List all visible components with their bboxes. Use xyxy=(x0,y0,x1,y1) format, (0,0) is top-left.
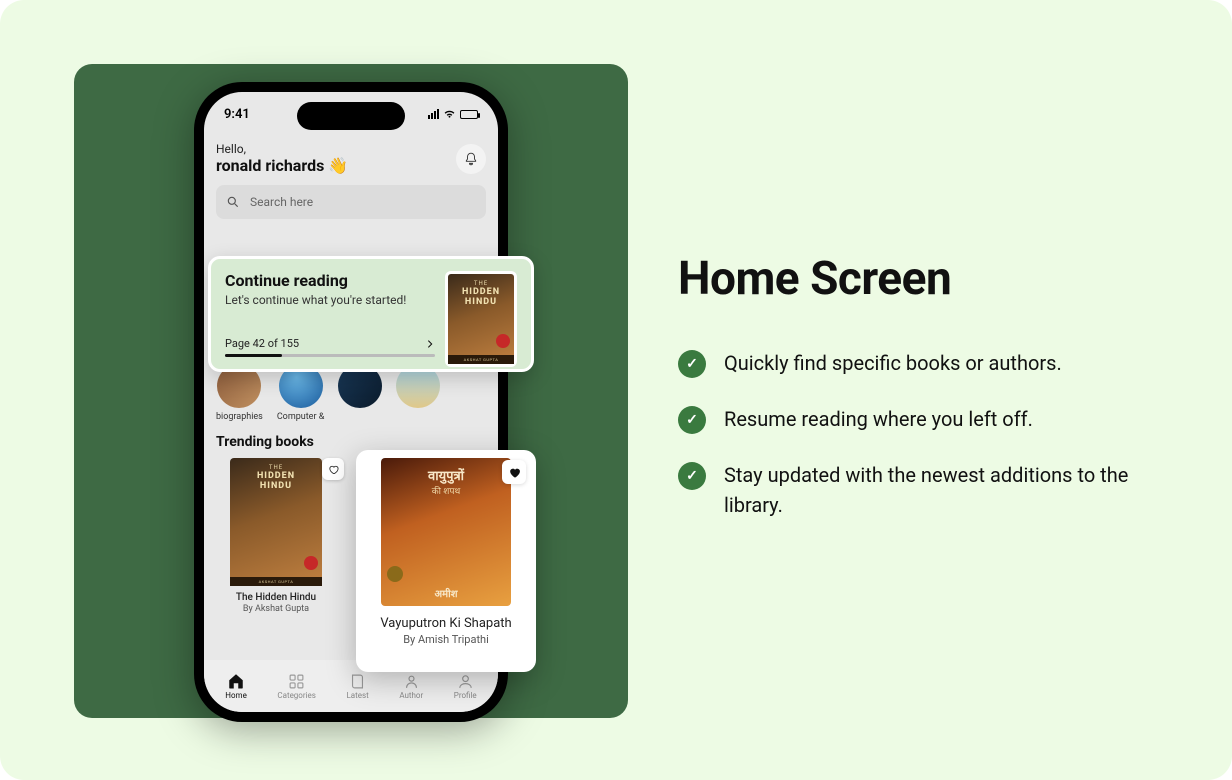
grid-icon xyxy=(288,673,305,690)
continue-subtitle: Let's continue what you're started! xyxy=(225,293,435,307)
nav-home[interactable]: Home xyxy=(225,672,247,700)
book-cover: THE HIDDEN HINDU AKSHAT GUPTA xyxy=(230,458,322,586)
check-icon: ✓ xyxy=(678,462,706,490)
search-placeholder: Search here xyxy=(250,195,313,209)
favorite-button[interactable] xyxy=(322,458,344,480)
marketing-copy: Home Screen ✓ Quickly find specific book… xyxy=(678,252,1168,546)
featured-book-card[interactable]: वायुपुत्रों की शपथ अमीश Vayuputron Ki Sh… xyxy=(356,450,536,672)
author-icon xyxy=(403,673,420,690)
check-icon: ✓ xyxy=(678,406,706,434)
feature-item: ✓ Stay updated with the newest additions… xyxy=(678,460,1168,520)
category-item[interactable] xyxy=(396,364,440,422)
feature-item: ✓ Resume reading where you left off. xyxy=(678,404,1168,434)
search-input[interactable]: Search here xyxy=(216,185,486,219)
continue-page-label: Page 42 of 155 xyxy=(225,337,299,350)
battery-icon xyxy=(460,110,478,119)
check-icon: ✓ xyxy=(678,350,706,378)
status-time: 9:41 xyxy=(224,107,250,122)
book-author: By Akshat Gupta xyxy=(243,604,309,614)
feature-text: Quickly find specific books or authors. xyxy=(724,348,1062,378)
trending-heading: Trending books xyxy=(216,434,486,450)
nav-profile[interactable]: Profile xyxy=(454,673,477,700)
profile-icon xyxy=(457,673,474,690)
continue-book-cover: THE HIDDEN HINDU AKSHAT GUPTA xyxy=(445,271,517,367)
nav-categories[interactable]: Categories xyxy=(277,673,316,700)
book-title: Vayuputron Ki Shapath xyxy=(380,616,511,631)
bell-icon xyxy=(464,152,478,166)
reading-progress xyxy=(225,354,435,357)
greeting-hello: Hello, xyxy=(216,142,348,156)
signal-icon xyxy=(428,109,439,119)
book-icon xyxy=(349,673,366,690)
home-icon xyxy=(227,672,245,690)
wifi-icon xyxy=(443,109,456,119)
notifications-button[interactable] xyxy=(456,144,486,174)
dynamic-island xyxy=(297,102,405,130)
feature-text: Stay updated with the newest additions t… xyxy=(724,460,1168,520)
continue-title: Continue reading xyxy=(225,271,435,290)
nav-author[interactable]: Author xyxy=(399,673,423,700)
book-author: By Amish Tripathi xyxy=(403,633,489,646)
nav-latest[interactable]: Latest xyxy=(346,673,368,700)
category-item[interactable]: Computer & xyxy=(277,364,325,422)
chevron-right-icon xyxy=(425,339,435,349)
category-item[interactable] xyxy=(338,364,382,422)
feature-item: ✓ Quickly find specific books or authors… xyxy=(678,348,1168,378)
feature-text: Resume reading where you left off. xyxy=(724,404,1033,434)
book-title: The Hidden Hindu xyxy=(236,592,316,603)
category-label: Computer & xyxy=(277,412,325,422)
page-title: Home Screen xyxy=(678,252,1168,306)
category-item[interactable]: biographies xyxy=(216,364,263,422)
heart-icon xyxy=(508,466,521,479)
book-cover: वायुपुत्रों की शपथ अमीश xyxy=(381,458,511,606)
category-label: biographies xyxy=(216,412,263,422)
categories-list[interactable]: biographies Computer & xyxy=(216,364,486,422)
marketing-canvas: 9:41 Hello, ronald richards 👋 xyxy=(0,0,1232,780)
trending-book-card[interactable]: THE HIDDEN HINDU AKSHAT GUPTA The Hidden… xyxy=(216,458,336,614)
greeting-name: ronald richards 👋 xyxy=(216,156,348,175)
heart-icon xyxy=(328,464,339,475)
continue-reading-card[interactable]: Continue reading Let's continue what you… xyxy=(208,256,534,372)
search-icon xyxy=(226,195,240,209)
favorite-button[interactable] xyxy=(502,460,526,484)
